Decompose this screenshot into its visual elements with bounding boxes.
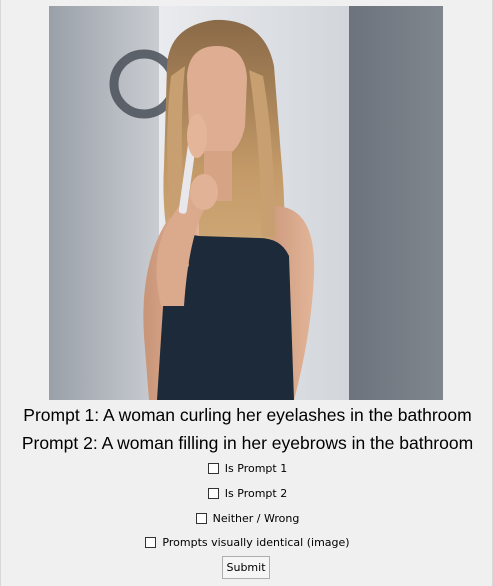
checkbox-box[interactable] [207, 487, 219, 499]
checkbox-label: Neither / Wrong [212, 511, 300, 525]
photo-illustration [49, 6, 443, 400]
submit-button[interactable]: Submit [222, 556, 270, 579]
checkbox-box[interactable] [207, 462, 219, 474]
is-prompt-2-checkbox[interactable]: Is Prompt 2 [1, 485, 493, 501]
annotation-window: Prompt 1: A woman curling her eyelashes … [0, 0, 493, 586]
checkbox-box[interactable] [195, 512, 207, 524]
checkbox-label: Is Prompt 1 [224, 461, 288, 475]
checkbox-label: Is Prompt 2 [224, 486, 288, 500]
checkbox-box[interactable] [145, 536, 157, 548]
prompt-1-text: Prompt 1: A woman curling her eyelashes … [23, 405, 472, 425]
photo [49, 6, 443, 400]
prompts-identical-checkbox[interactable]: Prompts visually identical (image) [1, 534, 493, 550]
neither-wrong-checkbox[interactable]: Neither / Wrong [1, 510, 493, 526]
prompt-2-text: Prompt 2: A woman filling in her eyebrow… [21, 433, 474, 453]
checkbox-label: Prompts visually identical (image) [162, 535, 350, 549]
is-prompt-1-checkbox[interactable]: Is Prompt 1 [1, 460, 493, 476]
